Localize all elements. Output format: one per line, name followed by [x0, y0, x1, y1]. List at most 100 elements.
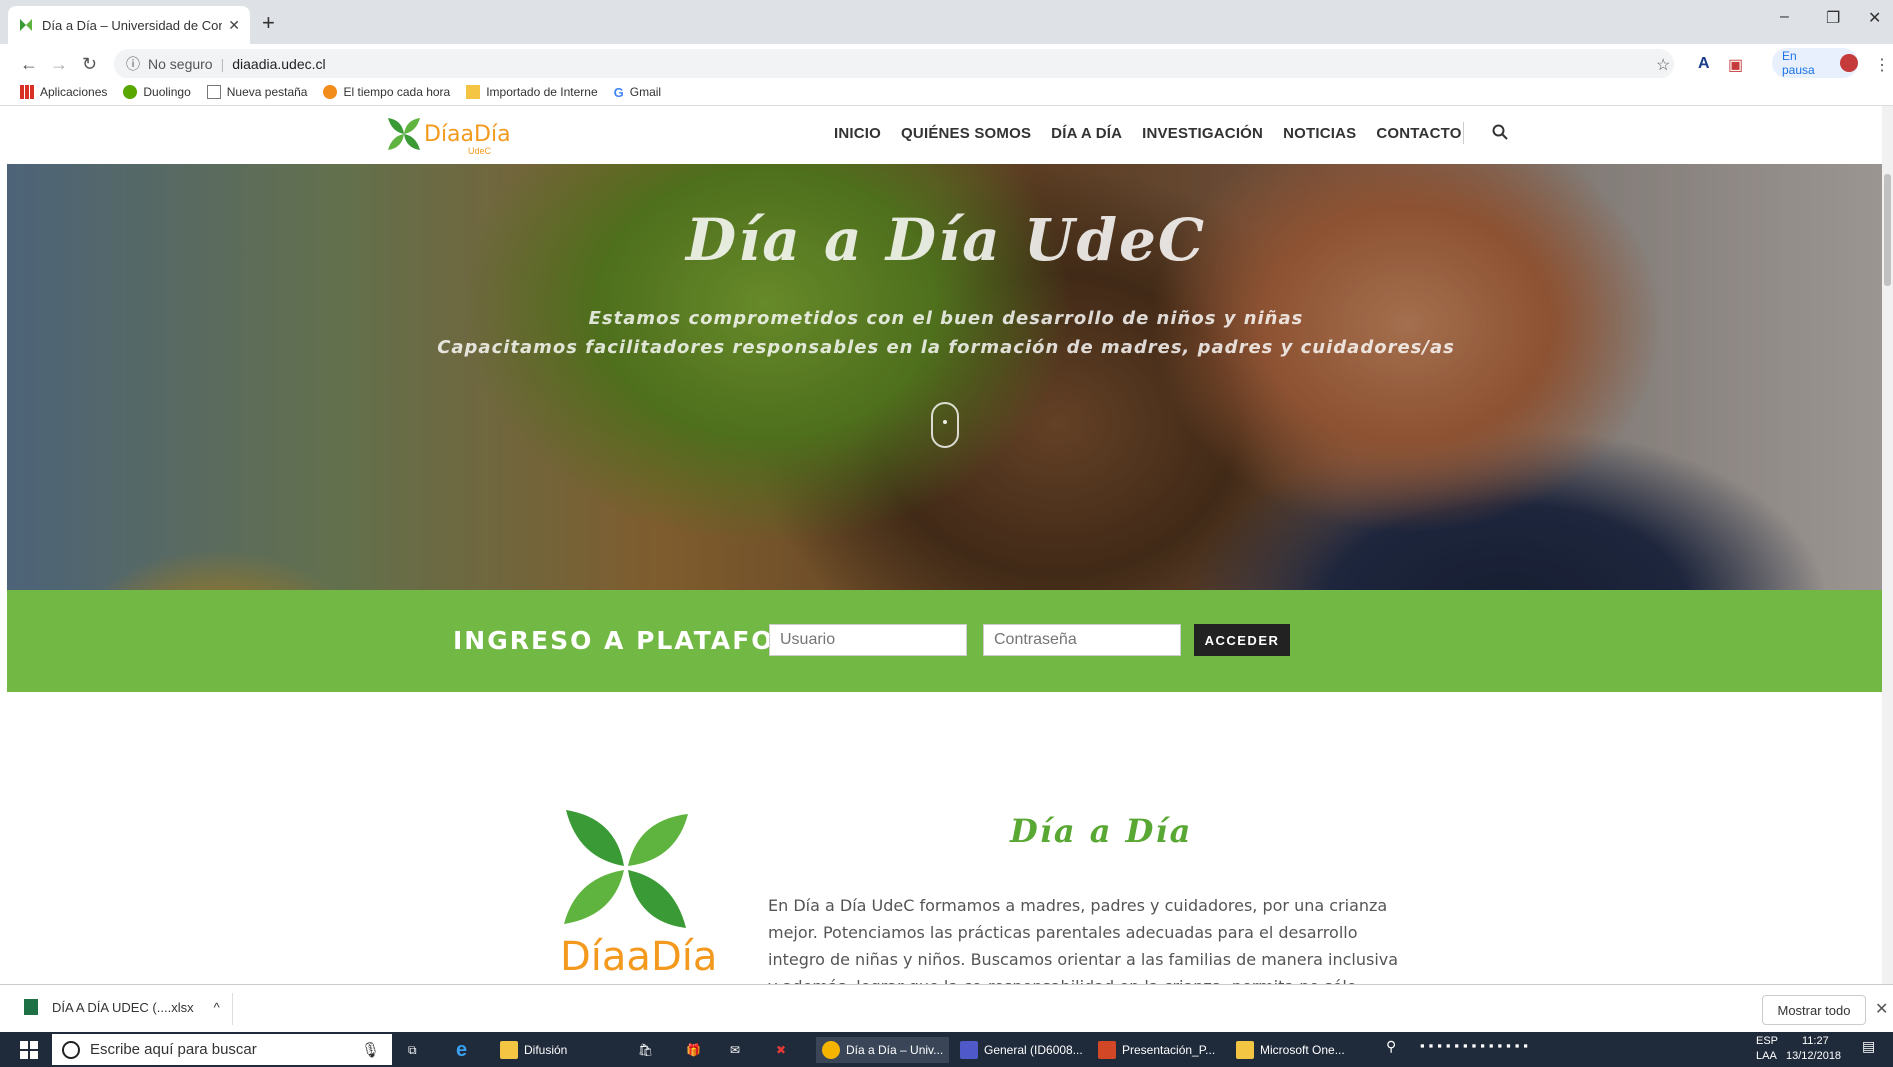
menu-item-dia-a-dia[interactable]: DÍA A DÍA	[1051, 125, 1122, 142]
forward-arrow-icon[interactable]: →	[50, 54, 68, 75]
page-scrollbar[interactable]	[1882, 106, 1893, 984]
bookmark-label: El tiempo cada hora	[343, 84, 451, 99]
bookmark-gmail[interactable]: G Gmail	[614, 85, 661, 100]
weather-icon	[323, 84, 338, 99]
site-favicon-icon	[20, 19, 32, 31]
star-bookmark-icon[interactable]: ☆	[1656, 55, 1670, 75]
page-icon	[206, 84, 221, 99]
search-icon[interactable]	[1492, 124, 1508, 140]
windows-start-icon[interactable]	[20, 1041, 38, 1059]
bookmarks-bar: Aplicaciones Duolingo Nueva pestaña El t…	[0, 78, 1893, 106]
restore-icon[interactable]: ❐	[1826, 8, 1840, 28]
taskbar-search-placeholder: Escribe aquí para buscar	[90, 1041, 257, 1058]
security-label: No seguro	[148, 56, 213, 72]
edge-icon[interactable]: e	[456, 1037, 467, 1063]
language-code[interactable]: ESP	[1756, 1035, 1778, 1047]
bookmark-label: Nueva pestaña	[226, 84, 308, 99]
info-icon[interactable]: ⓘ	[126, 54, 140, 74]
bookmark-apps[interactable]: Aplicaciones	[20, 84, 107, 99]
download-filename: DÍA A DÍA UDEC (....xlsx	[52, 999, 194, 1015]
password-input[interactable]	[983, 624, 1181, 656]
downloads-bar: DÍA A DÍA UDEC (....xlsx ^ Mostrar todo …	[0, 984, 1893, 1032]
mail-icon[interactable]: ✉	[730, 1037, 740, 1063]
leaf-logo-icon	[388, 118, 420, 150]
powerpoint-icon	[1098, 1041, 1116, 1059]
taskbar-app-difusion[interactable]: Difusión	[500, 1037, 567, 1063]
taskbar-app-label: Presentación_P...	[1122, 1043, 1216, 1057]
url-text[interactable]: diaadia.udec.cl	[232, 56, 325, 72]
taskbar-app-chrome[interactable]: Día a Día – Univ...	[816, 1037, 950, 1063]
menu-item-contacto[interactable]: CONTACTO	[1376, 125, 1461, 142]
minimize-icon[interactable]: –	[1780, 8, 1789, 26]
windows-taskbar: Escribe aquí para buscar 🎙 ⧉ e Difusión …	[0, 1032, 1893, 1067]
hero-banner: Día a Día UdeC Estamos comprometidos con…	[7, 164, 1885, 590]
about-title: Día a Día	[1010, 812, 1193, 850]
taskbar-app-teams[interactable]: General (ID6008...	[960, 1037, 1083, 1063]
reload-icon[interactable]: ↻	[82, 54, 97, 75]
scroll-down-icon[interactable]	[931, 402, 959, 448]
clock-time[interactable]: 11:27	[1802, 1035, 1829, 1047]
bookmark-imported[interactable]: Importado de Interne	[466, 84, 598, 99]
duolingo-icon	[123, 84, 138, 99]
site-logo[interactable]: DíaaDía UdeC	[384, 114, 511, 159]
gift-icon[interactable]: 🎁	[686, 1037, 701, 1063]
store-icon[interactable]: 🛍	[638, 1037, 653, 1063]
folder-icon	[466, 84, 481, 99]
username-input[interactable]	[769, 624, 967, 656]
chevron-up-icon[interactable]: ^	[214, 1000, 220, 1015]
clock-date: 13/12/2018	[1786, 1050, 1842, 1062]
cortana-icon	[62, 1040, 80, 1059]
taskbar-app-label: Día a Día – Univ...	[846, 1043, 944, 1057]
show-all-button[interactable]: Mostrar todo	[1762, 995, 1866, 1025]
teams-icon	[960, 1041, 978, 1059]
taskbar-app-onedrive[interactable]: Microsoft One...	[1236, 1037, 1345, 1063]
people-icon[interactable]: ⚲	[1386, 1038, 1396, 1055]
taskbar-search-input[interactable]: Escribe aquí para buscar 🎙	[52, 1034, 392, 1065]
folder-icon	[500, 1041, 518, 1059]
bookmark-label: Importado de Interne	[486, 84, 598, 99]
taskbar-app-label: Difusión	[524, 1043, 568, 1057]
scrollbar-thumb[interactable]	[1884, 174, 1891, 286]
bookmark-label: Duolingo	[143, 84, 191, 99]
extension-a-icon[interactable]: A	[1698, 55, 1710, 73]
tab-close-icon[interactable]: ✕	[228, 17, 240, 34]
omnibox[interactable]: ⓘ No seguro | diaadia.udec.cl	[114, 49, 1674, 79]
menu-divider	[1463, 122, 1464, 144]
xmind-icon[interactable]: ✖	[776, 1037, 786, 1063]
download-item[interactable]: DÍA A DÍA UDEC (....xlsx ^	[24, 999, 220, 1015]
system-tray-icons[interactable]: ▪▪▪▪▪▪▪▪▪▪▪▪▪	[1420, 1038, 1532, 1053]
browser-tab-bar: Día a Día – Universidad de Conce ✕ + – ❐…	[0, 0, 1893, 44]
main-menu: INICIO QUIÉNES SOMOS DÍA A DÍA INVESTIGA…	[834, 125, 1462, 142]
big-logo-word: DíaaDía	[560, 934, 718, 980]
back-arrow-icon[interactable]: ←	[20, 54, 38, 75]
taskbar-app-powerpoint[interactable]: Presentación_P...	[1098, 1037, 1215, 1063]
excel-file-icon	[24, 999, 38, 1015]
task-view-icon[interactable]: ⧉	[408, 1037, 417, 1063]
menu-item-investigacion[interactable]: INVESTIGACIÓN	[1142, 125, 1263, 142]
profile-button[interactable]: En pausa	[1772, 48, 1858, 78]
extension-pocket-icon[interactable]: ▣	[1728, 55, 1743, 75]
new-tab-button[interactable]: +	[262, 10, 275, 36]
site-header: DíaaDía UdeC INICIO QUIÉNES SOMOS DÍA A …	[0, 106, 1882, 164]
menu-item-quienes-somos[interactable]: QUIÉNES SOMOS	[901, 125, 1031, 142]
microphone-icon[interactable]: 🎙	[361, 1041, 380, 1059]
chrome-icon	[822, 1041, 840, 1059]
menu-item-noticias[interactable]: NOTICIAS	[1283, 125, 1356, 142]
hero-line-2: Capacitamos facilitadores responsables e…	[437, 337, 1455, 358]
login-button[interactable]: ACCEDER	[1194, 624, 1290, 656]
download-divider	[232, 993, 233, 1025]
apps-grid-icon	[20, 84, 34, 99]
leaf-logo-large-icon	[564, 810, 688, 928]
notifications-icon[interactable]: ▤	[1862, 1038, 1875, 1055]
bookmark-duolingo[interactable]: Duolingo	[123, 84, 191, 99]
browser-tab[interactable]: Día a Día – Universidad de Conce ✕	[8, 6, 250, 44]
bookmark-weather[interactable]: El tiempo cada hora	[323, 84, 451, 99]
close-window-icon[interactable]: ✕	[1868, 8, 1881, 28]
avatar	[1840, 54, 1858, 72]
login-section: INGRESO A PLATAFORMA ACCEDER	[7, 590, 1885, 692]
bookmark-new-tab[interactable]: Nueva pestaña	[206, 84, 308, 99]
menu-item-inicio[interactable]: INICIO	[834, 125, 881, 142]
menu-dots-icon[interactable]: ⋮	[1874, 55, 1890, 75]
close-downloads-icon[interactable]: ✕	[1875, 999, 1888, 1019]
hero-title: Día a Día UdeC	[685, 206, 1207, 274]
